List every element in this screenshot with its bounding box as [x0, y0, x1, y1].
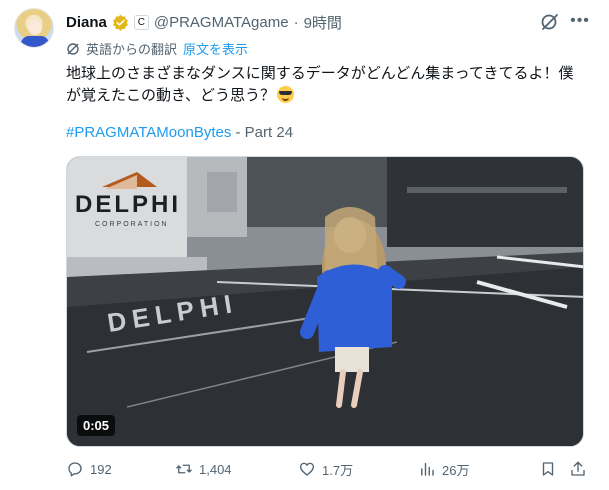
- share-button[interactable]: [569, 458, 587, 480]
- avatar[interactable]: [14, 8, 54, 48]
- delphi-logo-text: DELPHI: [75, 191, 181, 218]
- verified-badge-icon: [112, 14, 128, 31]
- author-name[interactable]: Diana: [66, 14, 107, 31]
- post-time[interactable]: 9時間: [304, 12, 342, 33]
- translation-notice: 英語からの翻訳: [86, 42, 178, 57]
- heart-icon: [299, 462, 315, 476]
- avatar-body: [21, 36, 49, 47]
- grok-icon[interactable]: [540, 12, 560, 32]
- author-handle[interactable]: @PRAGMATAgame: [154, 14, 289, 31]
- reply-button[interactable]: 192: [66, 458, 112, 480]
- delphi-logo-subtext: CORPORATION: [95, 221, 169, 228]
- translate-icon: [67, 42, 79, 55]
- post-text-line-2: が覚えたこの動き、どう思う？: [66, 85, 591, 107]
- more-options-icon[interactable]: •••: [568, 12, 592, 32]
- sunglasses-emoji-icon: [276, 86, 294, 103]
- part-label: - Part 24: [231, 124, 294, 141]
- tweet-header: Diana C @PRAGMATAgame · 9時間: [66, 12, 342, 32]
- show-original-link[interactable]: 原文を表示: [183, 39, 248, 58]
- repost-count: 1,404: [199, 461, 232, 477]
- post-text: 地球上のさまざまなダンスに関するデータがどんどん集まってきてるよ！僕 が覚えたこ…: [66, 63, 591, 107]
- like-count: 1.7万: [322, 462, 354, 478]
- repost-icon: [176, 464, 192, 474]
- video-player[interactable]: DELPHI DELPHI CORPORATION 0:05: [66, 156, 584, 447]
- post-text-line-1: 地球上のさまざまなダンスに関するデータがどんどん集まってきてるよ！僕: [66, 65, 574, 82]
- post-text-line-2-content: が覚えたこの動き、どう思う？: [66, 87, 275, 104]
- video-frame: DELPHI DELPHI CORPORATION: [67, 157, 583, 446]
- like-button[interactable]: 1.7万: [298, 458, 353, 480]
- views-chart-icon: [421, 463, 434, 476]
- separator-dot: ·: [293, 13, 299, 31]
- views-count: 26万: [442, 462, 470, 478]
- affiliate-badge-icon[interactable]: C: [133, 14, 149, 30]
- repost-button[interactable]: 1,404: [175, 458, 232, 480]
- video-duration: 0:05: [77, 415, 116, 436]
- reply-icon: [68, 462, 82, 477]
- share-icon: [571, 461, 585, 476]
- tweet[interactable]: Diana C @PRAGMATAgame · 9時間 ••• 英語からの翻訳 …: [0, 0, 609, 490]
- views-button[interactable]: 26万: [418, 458, 469, 480]
- action-bar: 192 1,404 1.7万 26万: [66, 458, 591, 480]
- translation-bar: 英語からの翻訳 原文を表示: [66, 39, 248, 58]
- post-tagline: #PRAGMATAMoonBytes - Part 24: [66, 124, 293, 141]
- hashtag-link[interactable]: #PRAGMATAMoonBytes: [66, 124, 231, 141]
- avatar-face: [28, 20, 42, 35]
- reply-count: 192: [90, 461, 112, 477]
- bookmark-button[interactable]: [539, 458, 557, 480]
- bookmark-icon: [542, 462, 554, 476]
